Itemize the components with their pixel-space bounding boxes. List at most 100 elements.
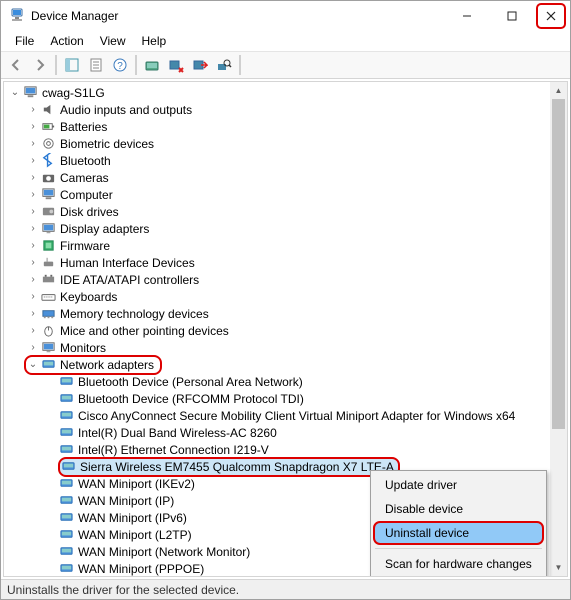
tree-node-label: Human Interface Devices	[60, 256, 195, 270]
tree-node-label: Keyboards	[60, 290, 117, 304]
maximize-button[interactable]	[489, 1, 534, 31]
monitors-icon	[40, 340, 56, 356]
network-adapter-icon	[58, 493, 74, 509]
uninstall-device-button[interactable]	[189, 54, 211, 76]
network-adapter-icon	[58, 510, 74, 526]
tree-node-label: Bluetooth Device (RFCOMM Protocol TDI)	[78, 392, 304, 406]
tree-category-network[interactable]: ⌄ Network adapters	[8, 356, 567, 373]
tree-category-hid[interactable]: › Human Interface Devices	[8, 254, 567, 271]
scroll-up-button[interactable]: ▲	[550, 82, 567, 99]
tree-device[interactable]: Intel(R) Ethernet Connection I219-V	[8, 441, 567, 458]
context-menu: Update driver Disable device Uninstall d…	[370, 470, 547, 577]
update-driver-button[interactable]	[141, 54, 163, 76]
forward-button[interactable]	[29, 54, 51, 76]
ctx-uninstall-device[interactable]: Uninstall device	[373, 521, 544, 545]
chevron-right-icon[interactable]: ›	[26, 189, 40, 200]
disable-device-button[interactable]	[165, 54, 187, 76]
ctx-update-driver[interactable]: Update driver	[373, 473, 544, 497]
status-bar: Uninstalls the driver for the selected d…	[1, 579, 570, 599]
tree-category-ide[interactable]: › IDE ATA/ATAPI controllers	[8, 271, 567, 288]
menu-view[interactable]: View	[92, 32, 134, 50]
minimize-button[interactable]	[444, 1, 489, 31]
tree-category-biometric[interactable]: › Biometric devices	[8, 135, 567, 152]
chevron-right-icon[interactable]: ›	[26, 206, 40, 217]
chevron-right-icon[interactable]: ›	[26, 308, 40, 319]
status-text: Uninstalls the driver for the selected d…	[7, 583, 239, 597]
tree-category-display[interactable]: ›Display adapters	[8, 220, 567, 237]
chevron-right-icon[interactable]: ›	[26, 172, 40, 183]
tree-category-bluetooth[interactable]: › Bluetooth	[8, 152, 567, 169]
network-adapter-icon	[58, 425, 74, 441]
scrollbar-thumb[interactable]	[552, 99, 565, 429]
tree-device[interactable]: Bluetooth Device (Personal Area Network)	[8, 373, 567, 390]
tree-node-label: Biometric devices	[60, 137, 154, 151]
show-hide-tree-button[interactable]	[61, 54, 83, 76]
tree-node-label: Mice and other pointing devices	[60, 324, 229, 338]
chevron-right-icon[interactable]: ›	[26, 104, 40, 115]
tree-node-label: Sierra Wireless EM7455 Qualcomm Snapdrag…	[80, 460, 394, 474]
vertical-scrollbar[interactable]: ▲ ▼	[550, 82, 567, 576]
menu-action[interactable]: Action	[42, 32, 91, 50]
network-adapter-icon	[40, 357, 56, 373]
menu-file[interactable]: File	[7, 32, 42, 50]
ctx-scan-hardware[interactable]: Scan for hardware changes	[373, 552, 544, 576]
chevron-down-icon[interactable]: ⌄	[26, 359, 40, 370]
chevron-right-icon[interactable]: ›	[26, 257, 40, 268]
disk-icon	[40, 204, 56, 220]
tree-device[interactable]: Intel(R) Dual Band Wireless-AC 8260	[8, 424, 567, 441]
help-button[interactable]: ?	[109, 54, 131, 76]
properties-button[interactable]	[85, 54, 107, 76]
toolbar: ?	[1, 51, 570, 79]
tree-category-firmware[interactable]: ›Firmware	[8, 237, 567, 254]
tree-node-label: WAN Miniport (IPv6)	[78, 511, 187, 525]
chevron-right-icon[interactable]: ›	[26, 155, 40, 166]
tree-node-label: Network adapters	[60, 358, 154, 372]
chevron-right-icon[interactable]: ›	[26, 121, 40, 132]
tree-node-label: Audio inputs and outputs	[60, 103, 192, 117]
separator-icon	[135, 55, 137, 75]
menu-help[interactable]: Help	[134, 32, 175, 50]
tree-node-label: WAN Miniport (Network Monitor)	[78, 545, 250, 559]
chevron-right-icon[interactable]: ›	[26, 240, 40, 251]
tree-category-computer[interactable]: ›Computer	[8, 186, 567, 203]
tree-node-label: cwag-S1LG	[42, 86, 105, 100]
back-button[interactable]	[5, 54, 27, 76]
tree-node-label: IDE ATA/ATAPI controllers	[60, 273, 199, 287]
ide-icon	[40, 272, 56, 288]
chevron-down-icon[interactable]: ⌄	[8, 87, 22, 98]
keyboards-icon	[40, 289, 56, 305]
tree-category-mice[interactable]: › Mice and other pointing devices	[8, 322, 567, 339]
tree-category-cameras[interactable]: › Cameras	[8, 169, 567, 186]
tree-node-label: Bluetooth	[60, 154, 111, 168]
tree-root[interactable]: ⌄ cwag-S1LG	[8, 84, 567, 101]
chevron-right-icon[interactable]: ›	[26, 274, 40, 285]
tree-node-label: Cisco AnyConnect Secure Mobility Client …	[78, 409, 515, 423]
tree-category-batteries[interactable]: ›Batteries	[8, 118, 567, 135]
tree-node-label: WAN Miniport (L2TP)	[78, 528, 192, 542]
tree-device[interactable]: Cisco AnyConnect Secure Mobility Client …	[8, 407, 567, 424]
memtech-icon	[40, 306, 56, 322]
tree-category-memtech[interactable]: ›Memory technology devices	[8, 305, 567, 322]
ctx-disable-device[interactable]: Disable device	[373, 497, 544, 521]
close-button[interactable]	[536, 3, 566, 29]
tree-category-keyboards[interactable]: › Keyboards	[8, 288, 567, 305]
tree-category-disk[interactable]: ›Disk drives	[8, 203, 567, 220]
tree-category-monitors[interactable]: ›Monitors	[8, 339, 567, 356]
scan-hardware-button[interactable]	[213, 54, 235, 76]
tree-node-label: WAN Miniport (IKEv2)	[78, 477, 195, 491]
scroll-down-button[interactable]: ▼	[550, 559, 567, 576]
tree-category-audio[interactable]: › Audio inputs and outputs	[8, 101, 567, 118]
chevron-right-icon[interactable]: ›	[26, 325, 40, 336]
tree-node-label: Bluetooth Device (Personal Area Network)	[78, 375, 303, 389]
chevron-right-icon[interactable]: ›	[26, 138, 40, 149]
chevron-right-icon[interactable]: ›	[26, 342, 40, 353]
tree-node-label: Cameras	[60, 171, 109, 185]
biometric-icon	[40, 136, 56, 152]
mice-icon	[40, 323, 56, 339]
chevron-right-icon[interactable]: ›	[26, 291, 40, 302]
tree-node-label: WAN Miniport (PPPOE)	[78, 562, 204, 576]
tree-device[interactable]: Bluetooth Device (RFCOMM Protocol TDI)	[8, 390, 567, 407]
audio-icon	[40, 102, 56, 118]
window-title: Device Manager	[31, 9, 444, 23]
chevron-right-icon[interactable]: ›	[26, 223, 40, 234]
